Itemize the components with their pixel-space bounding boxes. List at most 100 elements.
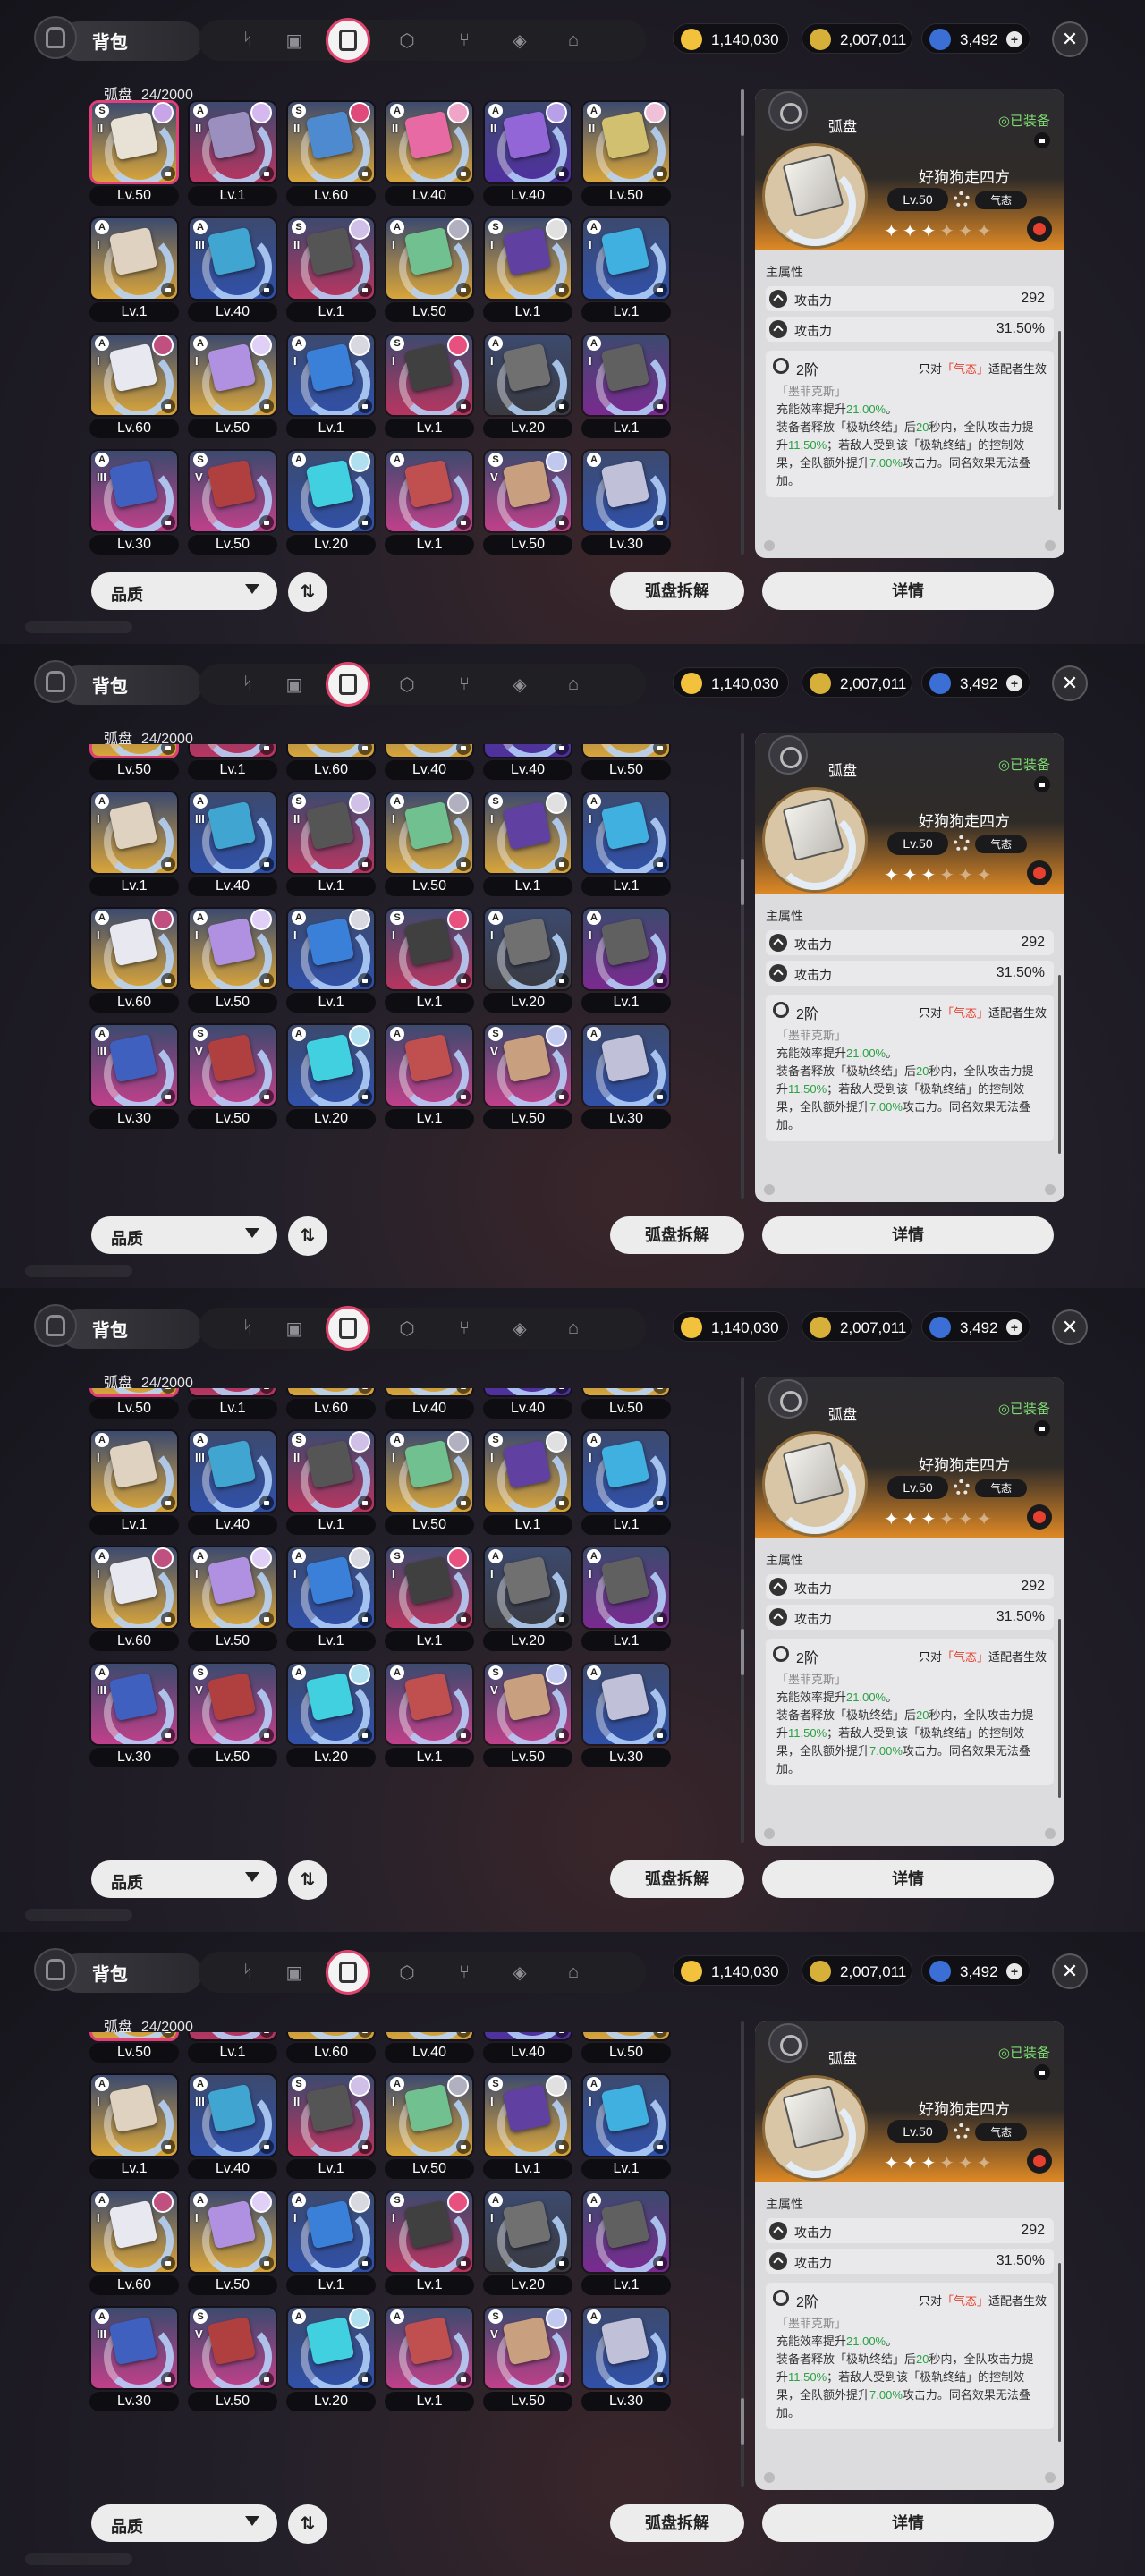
- tab-home[interactable]: ⌂: [560, 671, 587, 698]
- disc-item[interactable]: SIILv.50: [89, 1388, 179, 1419]
- sort-select[interactable]: 品质: [91, 2504, 277, 2542]
- sort-select[interactable]: 品质: [91, 1216, 277, 1254]
- disc-item[interactable]: A I Lv.1: [581, 791, 671, 896]
- disc-item[interactable]: A III Lv.30: [89, 1023, 179, 1129]
- lock-icon[interactable]: [1034, 1420, 1050, 1436]
- disc-item[interactable]: S I Lv.1: [483, 791, 572, 896]
- back-button[interactable]: [34, 660, 77, 703]
- disc-item[interactable]: A III Lv.30: [89, 2305, 179, 2411]
- disc-item[interactable]: A I Lv.60: [89, 1545, 179, 1651]
- sort-order-button[interactable]: ⇅: [288, 572, 327, 612]
- tab-bangboo[interactable]: ▣: [281, 27, 308, 54]
- disc-item[interactable]: A Lv.1: [385, 449, 474, 555]
- disc-item[interactable]: A III Lv.40: [188, 1428, 277, 1535]
- tab-bangboo[interactable]: ▣: [281, 1959, 308, 1986]
- disc-item[interactable]: AIILv.50: [581, 744, 671, 780]
- disc-item[interactable]: A III Lv.30: [89, 449, 179, 555]
- disc-item[interactable]: AIILv.1: [188, 2032, 277, 2063]
- disc-item[interactable]: S I Lv.1: [483, 1428, 572, 1535]
- disc-item[interactable]: SIILv.50: [89, 2032, 179, 2063]
- disc-item[interactable]: A I Lv.50: [385, 1428, 474, 1535]
- tab-materials[interactable]: ◈: [506, 27, 533, 54]
- sort-select[interactable]: 品质: [91, 572, 277, 610]
- disc-item[interactable]: A III Lv.40: [188, 791, 277, 896]
- disc-item[interactable]: A I Lv.1: [89, 791, 179, 896]
- disc-item[interactable]: A III Lv.40: [188, 216, 277, 322]
- disc-item[interactable]: A I Lv.1: [89, 1428, 179, 1535]
- tab-food[interactable]: ⑂: [451, 27, 478, 54]
- sort-order-button[interactable]: ⇅: [288, 2504, 327, 2544]
- disc-item[interactable]: AIILv.50: [581, 2032, 671, 2063]
- lock-icon[interactable]: [1034, 132, 1050, 148]
- disc-item[interactable]: S I Lv.1: [483, 2072, 572, 2179]
- disc-item[interactable]: S V Lv.50: [188, 449, 277, 555]
- tab-materials[interactable]: ◈: [506, 1315, 533, 1342]
- disc-item[interactable]: SIILv.60: [286, 1388, 376, 1419]
- refine-icon[interactable]: [1027, 1504, 1052, 1530]
- close-button[interactable]: ✕: [1052, 1309, 1088, 1345]
- tab-materials[interactable]: ◈: [506, 1959, 533, 1986]
- disc-item[interactable]: AIILv.40: [385, 1388, 474, 1419]
- disc-item[interactable]: A I Lv.60: [89, 333, 179, 438]
- disc-item[interactable]: A Lv.30: [581, 449, 671, 555]
- disc-item[interactable]: A I Lv.1: [89, 2072, 179, 2179]
- details-button[interactable]: 详情: [762, 1216, 1054, 1254]
- close-button[interactable]: ✕: [1052, 21, 1088, 57]
- disc-item[interactable]: S II Lv.1: [286, 1428, 376, 1535]
- tab-home[interactable]: ⌂: [560, 27, 587, 54]
- disc-item[interactable]: A Lv.20: [286, 1023, 376, 1129]
- grid-scrollbar[interactable]: [741, 89, 744, 555]
- add-currency-icon[interactable]: +: [1006, 1319, 1022, 1335]
- disc-item[interactable]: S I Lv.1: [385, 2189, 474, 2295]
- disc-item[interactable]: AIILv.1: [188, 744, 277, 780]
- disc-item[interactable]: A I Lv.1: [581, 2072, 671, 2179]
- grid-scrollbar[interactable]: [741, 733, 744, 1199]
- tab-agents[interactable]: ᛋ: [234, 27, 261, 54]
- disc-item[interactable]: S V Lv.50: [188, 1661, 277, 1767]
- back-button[interactable]: [34, 1948, 77, 1991]
- disc-item[interactable]: A Lv.20: [286, 2305, 376, 2411]
- disc-item[interactable]: A I Lv.1: [581, 333, 671, 438]
- disc-item[interactable]: S I Lv.1: [483, 216, 572, 322]
- disc-item[interactable]: S V Lv.50: [188, 1023, 277, 1129]
- tab-wengine[interactable]: [326, 1306, 370, 1351]
- tab-agents[interactable]: ᛋ: [234, 1959, 261, 1986]
- disc-item[interactable]: A III Lv.30: [89, 1661, 179, 1767]
- detail-scrollbar[interactable]: [1058, 975, 1061, 1154]
- disc-item[interactable]: AIILv.40: [385, 100, 474, 206]
- disc-item[interactable]: A I Lv.20: [483, 333, 572, 438]
- item-grid-viewport[interactable]: SIILv.50AIILv.1SIILv.60AIILv.40AIILv.40A…: [89, 1388, 680, 1848]
- disc-item[interactable]: AIILv.40: [483, 100, 572, 206]
- disc-item[interactable]: S V Lv.50: [483, 449, 572, 555]
- tab-home[interactable]: ⌂: [560, 1315, 587, 1342]
- add-currency-icon[interactable]: +: [1006, 31, 1022, 47]
- disc-item[interactable]: S II Lv.1: [286, 2072, 376, 2179]
- dismantle-button[interactable]: 弧盘拆解: [610, 1216, 744, 1254]
- disc-item[interactable]: A I Lv.20: [483, 2189, 572, 2295]
- disc-item[interactable]: SIILv.50: [89, 100, 179, 206]
- disc-item[interactable]: A I Lv.1: [581, 1428, 671, 1535]
- add-currency-icon[interactable]: +: [1006, 1963, 1022, 1979]
- disc-item[interactable]: AIILv.40: [385, 744, 474, 780]
- details-button[interactable]: 详情: [762, 572, 1054, 610]
- tab-wengine[interactable]: [326, 18, 370, 63]
- disc-item[interactable]: A Lv.30: [581, 1023, 671, 1129]
- disc-item[interactable]: S II Lv.1: [286, 791, 376, 896]
- close-button[interactable]: ✕: [1052, 1953, 1088, 1989]
- disc-item[interactable]: A I Lv.1: [89, 216, 179, 322]
- disc-item[interactable]: A I Lv.60: [89, 907, 179, 1013]
- disc-item[interactable]: AIILv.1: [188, 1388, 277, 1419]
- sort-select[interactable]: 品质: [91, 1860, 277, 1898]
- disc-item[interactable]: A I Lv.20: [483, 907, 572, 1013]
- disc-item[interactable]: A I Lv.1: [286, 333, 376, 438]
- disc-item[interactable]: S II Lv.1: [286, 216, 376, 322]
- disc-item[interactable]: A I Lv.50: [385, 791, 474, 896]
- scrollbar-thumb[interactable]: [741, 859, 744, 906]
- tab-cube[interactable]: ⬡: [394, 1315, 420, 1342]
- disc-item[interactable]: SIILv.60: [286, 744, 376, 780]
- disc-item[interactable]: A I Lv.50: [188, 2189, 277, 2295]
- disc-item[interactable]: S I Lv.1: [385, 1545, 474, 1651]
- sort-order-button[interactable]: ⇅: [288, 1860, 327, 1900]
- back-button[interactable]: [34, 1304, 77, 1347]
- tab-wengine[interactable]: [326, 1950, 370, 1995]
